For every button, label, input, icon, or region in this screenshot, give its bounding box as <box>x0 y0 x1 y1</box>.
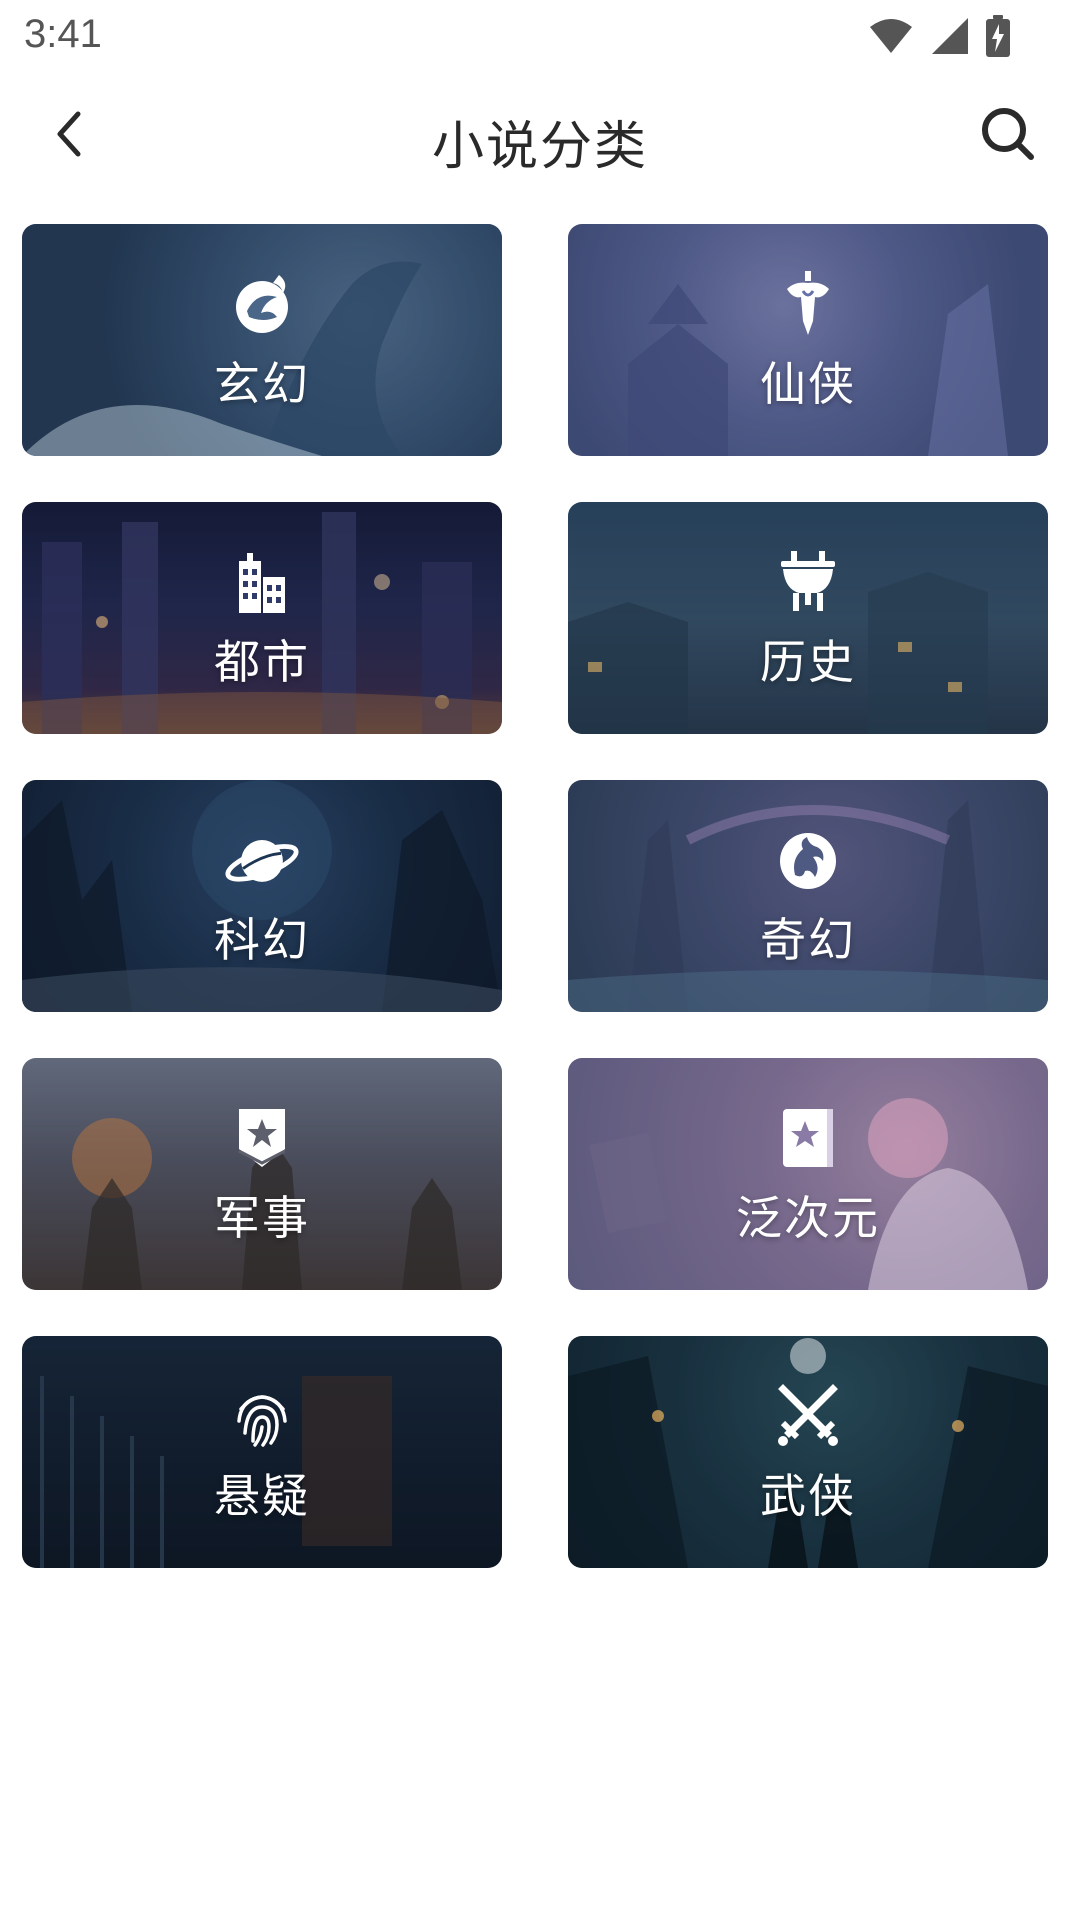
buildings-icon <box>224 544 300 620</box>
category-card-junshi[interactable]: 军事 <box>22 1058 502 1290</box>
status-time: 3:41 <box>24 12 102 56</box>
category-label: 泛次元 <box>736 1191 880 1245</box>
category-label: 武侠 <box>760 1469 856 1523</box>
category-label: 军事 <box>214 1191 310 1245</box>
status-bar: 3:41 <box>0 0 1080 76</box>
dragon-icon <box>770 822 846 898</box>
category-label: 科幻 <box>214 913 310 967</box>
crossed-swords-icon <box>770 1378 846 1454</box>
signal-icon <box>930 16 970 56</box>
category-label: 玄幻 <box>214 357 310 411</box>
category-grid: 玄幻 仙侠 都市 历史 科幻 奇幻 军事 泛次元 悬疑 武侠 <box>22 224 1058 1568</box>
phoenix-icon <box>224 266 300 342</box>
status-icons <box>868 14 1010 58</box>
app-bar: 小说分类 <box>0 76 1080 196</box>
category-label: 都市 <box>214 635 310 689</box>
category-card-lishi[interactable]: 历史 <box>568 502 1048 734</box>
page-title: 小说分类 <box>431 117 648 177</box>
sword-icon <box>770 266 846 342</box>
search-icon <box>979 105 1037 167</box>
category-card-xuanhuan[interactable]: 玄幻 <box>22 224 502 456</box>
star-book-icon <box>770 1100 846 1176</box>
wifi-icon <box>868 17 914 55</box>
battery-charging-icon <box>986 15 1010 57</box>
category-label: 仙侠 <box>760 357 856 411</box>
category-card-kehuan[interactable]: 科幻 <box>22 780 502 1012</box>
category-card-wuxia[interactable]: 武侠 <box>568 1336 1048 1568</box>
fingerprint-icon <box>224 1378 300 1454</box>
search-button[interactable] <box>976 104 1040 168</box>
category-label: 悬疑 <box>214 1469 310 1523</box>
category-label: 历史 <box>760 635 856 689</box>
category-card-dushi[interactable]: 都市 <box>22 502 502 734</box>
planet-icon <box>224 822 300 898</box>
category-card-qihuan[interactable]: 奇幻 <box>568 780 1048 1012</box>
category-card-xuanyi[interactable]: 悬疑 <box>22 1336 502 1568</box>
ding-cauldron-icon <box>770 544 846 620</box>
category-label: 奇幻 <box>760 913 856 967</box>
category-card-fanciyuan[interactable]: 泛次元 <box>568 1058 1048 1290</box>
military-badge-icon <box>224 1100 300 1176</box>
category-card-xianxia[interactable]: 仙侠 <box>568 224 1048 456</box>
